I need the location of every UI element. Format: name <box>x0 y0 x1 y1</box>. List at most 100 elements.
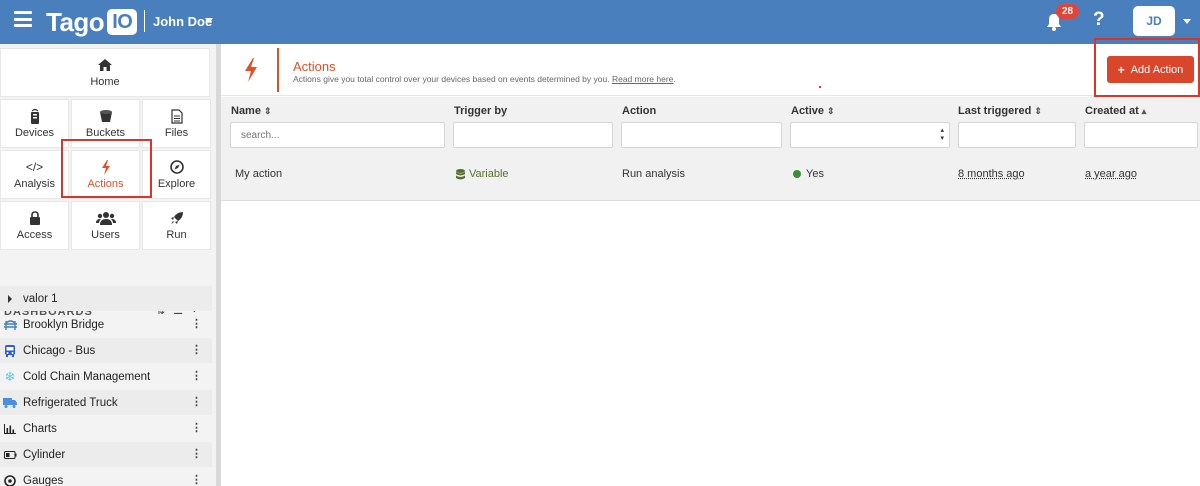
more-vertical-icon[interactable]: ⋮ <box>191 421 202 434</box>
dashboard-label: Charts <box>23 423 57 435</box>
created-at-filter-input[interactable] <box>1084 122 1198 148</box>
avatar[interactable]: JD <box>1133 6 1175 36</box>
lock-icon <box>29 210 41 226</box>
sort-icon[interactable]: ⇕ <box>827 106 835 116</box>
row-trigger: Variable <box>456 168 509 180</box>
sidebar-tile-buckets[interactable]: Buckets <box>71 99 140 148</box>
bridge-icon <box>3 320 17 330</box>
more-vertical-icon[interactable]: ⋮ <box>191 317 202 330</box>
table-row[interactable]: My action Variable Run analysis Yes 8 mo… <box>221 160 1200 188</box>
row-active: Yes <box>793 168 824 180</box>
sort-asc-icon[interactable]: ▴ <box>1142 106 1147 116</box>
dashboard-item[interactable]: valor 1 <box>0 286 212 311</box>
dashboard-item[interactable]: Charts ⋮ <box>0 416 212 441</box>
sidebar-tile-devices[interactable]: Devices <box>0 99 69 148</box>
tile-label: Run <box>166 229 186 241</box>
read-more-link[interactable]: Read more here <box>612 74 673 84</box>
column-label: Created at <box>1085 105 1139 117</box>
bus-icon <box>3 345 17 357</box>
add-action-button[interactable]: + Add Action <box>1107 56 1194 83</box>
more-vertical-icon[interactable]: ⋮ <box>191 447 202 460</box>
active-filter-select[interactable] <box>790 122 950 148</box>
plus-icon: + <box>1118 63 1125 77</box>
sidebar-tile-home[interactable]: Home <box>0 48 210 97</box>
dashboard-item[interactable]: Refrigerated Truck ⋮ <box>0 390 212 415</box>
account-name-dropdown[interactable]: John Doe <box>153 14 212 29</box>
tile-label: Analysis <box>14 178 55 190</box>
active-label: Yes <box>806 168 824 180</box>
dashboard-label: Refrigerated Truck <box>23 397 118 409</box>
column-header-action: Action <box>622 105 656 117</box>
stray-mark <box>819 86 821 88</box>
dashboard-label: Gauges <box>23 475 63 486</box>
more-vertical-icon[interactable]: ⋮ <box>191 473 202 486</box>
sidebar: Home Devices Buckets Files </> Analysis … <box>0 44 216 486</box>
tagoio-logo[interactable]: Tago IO <box>46 4 137 40</box>
bar-chart-icon <box>3 424 17 434</box>
trigger-label: Variable <box>469 168 509 180</box>
column-header-active[interactable]: Active ⇕ <box>791 105 835 117</box>
hamburger-menu-icon[interactable] <box>14 11 32 27</box>
avatar-caret-down-icon[interactable] <box>1183 19 1191 24</box>
row-created-at[interactable]: a year ago <box>1085 168 1137 180</box>
sidebar-tile-explore[interactable]: Explore <box>142 150 211 199</box>
more-vertical-icon[interactable]: ⋮ <box>191 369 202 382</box>
header-divider <box>277 48 279 92</box>
main-content: Actions Actions give you total control o… <box>221 44 1200 486</box>
logo-text: Tago <box>46 7 104 38</box>
action-filter-input[interactable] <box>621 122 782 148</box>
logo-io: IO <box>107 9 137 35</box>
sidebar-tile-run[interactable]: Run <box>142 201 211 250</box>
page-description: Actions give you total control over your… <box>293 74 676 84</box>
lightning-bolt-icon <box>243 58 259 82</box>
dashboard-label: Brooklyn Bridge <box>23 319 104 331</box>
rocket-icon <box>170 210 184 226</box>
dashboard-label: valor 1 <box>23 293 58 305</box>
tile-label: Users <box>91 229 120 241</box>
sidebar-tile-files[interactable]: Files <box>142 99 211 148</box>
more-vertical-icon[interactable]: ⋮ <box>191 395 202 408</box>
account-caret-down-icon[interactable] <box>205 18 213 23</box>
name-search-input[interactable] <box>230 122 445 148</box>
last-triggered-filter-input[interactable] <box>958 122 1076 148</box>
sidebar-tile-access[interactable]: Access <box>0 201 69 250</box>
lightning-bolt-icon <box>101 159 111 175</box>
column-label: Trigger by <box>454 105 507 117</box>
row-name[interactable]: My action <box>235 168 282 180</box>
dashboard-label: Cylinder <box>23 449 65 461</box>
truck-icon <box>3 398 17 408</box>
add-action-label: Add Action <box>1131 64 1184 76</box>
page-title: Actions <box>293 59 336 74</box>
column-header-created-at[interactable]: Created at ▴ <box>1085 105 1146 117</box>
dashboard-item[interactable]: Brooklyn Bridge ⋮ <box>0 312 212 337</box>
sidebar-tile-actions[interactable]: Actions <box>71 150 140 199</box>
notification-count-badge[interactable]: 28 <box>1056 4 1079 19</box>
column-header-name[interactable]: Name ⇕ <box>231 105 272 117</box>
dashboard-item[interactable]: ❄ Cold Chain Management ⋮ <box>0 364 212 389</box>
compass-icon <box>170 159 184 175</box>
dashboard-label: Cold Chain Management <box>23 371 150 383</box>
sort-icon[interactable]: ⇕ <box>264 106 272 116</box>
battery-icon <box>3 451 17 459</box>
sidebar-tile-analysis[interactable]: </> Analysis <box>0 150 69 199</box>
dashboard-item[interactable]: Cylinder ⋮ <box>0 442 212 467</box>
trigger-filter-input[interactable] <box>453 122 613 148</box>
row-last-triggered[interactable]: 8 months ago <box>958 168 1025 180</box>
dashboard-item[interactable]: Gauges ⋮ <box>0 468 212 486</box>
page-header: Actions Actions give you total control o… <box>221 44 1200 96</box>
users-icon <box>96 210 116 226</box>
tile-label: Explore <box>158 178 195 190</box>
tile-label: Devices <box>15 127 54 139</box>
column-header-last-triggered[interactable]: Last triggered ⇕ <box>958 105 1042 117</box>
home-icon <box>98 57 112 73</box>
caret-right-icon <box>3 295 17 303</box>
more-vertical-icon[interactable]: ⋮ <box>191 343 202 356</box>
sort-icon[interactable]: ⇕ <box>1034 106 1042 116</box>
gauge-icon <box>3 475 17 486</box>
row-action: Run analysis <box>622 168 685 180</box>
tile-label: Access <box>17 229 52 241</box>
tile-label: Buckets <box>86 127 125 139</box>
sidebar-tile-users[interactable]: Users <box>71 201 140 250</box>
dashboard-item[interactable]: Chicago - Bus ⋮ <box>0 338 212 363</box>
help-icon[interactable]: ? <box>1093 9 1105 31</box>
